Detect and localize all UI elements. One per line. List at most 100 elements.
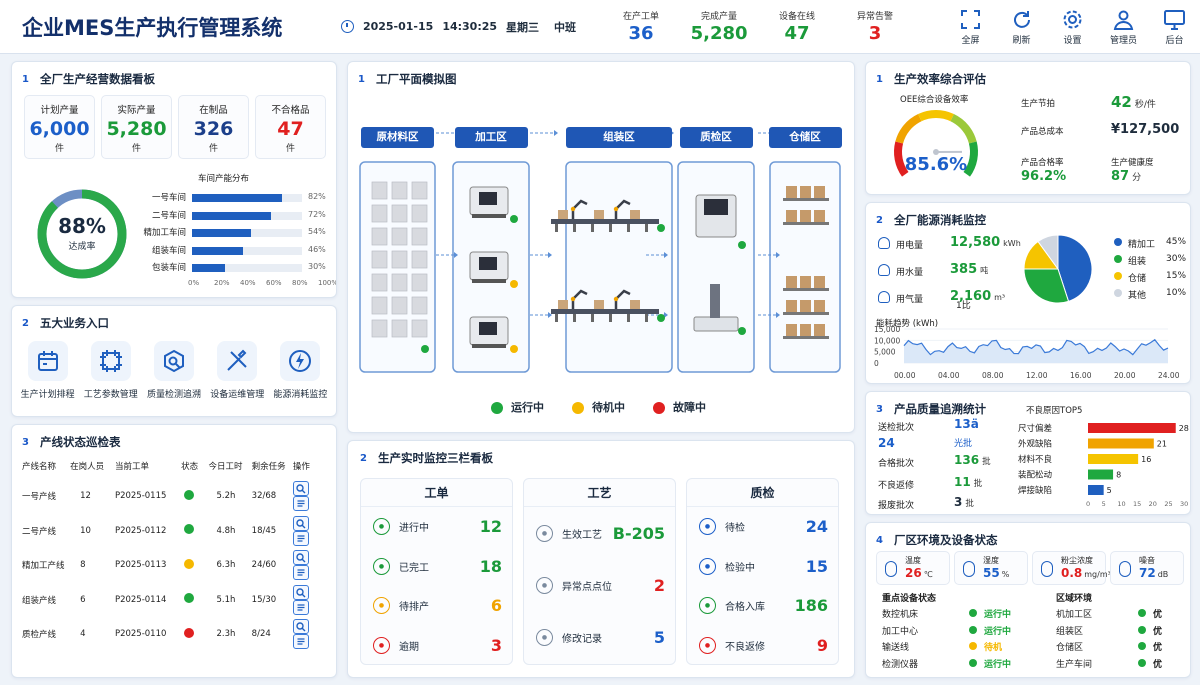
env-card-reading: 55% xyxy=(983,566,1009,580)
monitor-column: 工单 ● 进行中 12 ● 已完工 18 ● 待排产 6 ● 逾期 3 xyxy=(360,478,513,665)
zone-label[interactable]: 质检区 xyxy=(679,127,753,148)
monitor-row[interactable]: ● 异常点点位 2 xyxy=(524,559,675,611)
header-stat-label: 异常告警 xyxy=(857,12,894,22)
bar-category: 包装车间 xyxy=(151,263,186,273)
line-staff: 4 xyxy=(80,629,86,640)
area-status-dot xyxy=(1138,642,1146,650)
ring-value: 88% xyxy=(58,214,106,238)
list-icon xyxy=(297,569,305,576)
efficiency-panel: 1 生产效率综合评估 OEE综合设备效率 85.6% 生产节拍 42 秒/件 产品总成本… xyxy=(865,61,1191,195)
pie-legend-value: 45% xyxy=(1166,237,1187,247)
rack-shelf xyxy=(783,198,829,201)
calendar-icon xyxy=(37,351,58,371)
bar-tick: 0% xyxy=(188,279,200,287)
search-button[interactable] xyxy=(292,550,309,566)
panel-title: 五大业务入口 xyxy=(40,316,109,330)
header-action-gear[interactable]: 设置 xyxy=(1047,8,1098,46)
kpi-value: 6,000 xyxy=(29,118,90,140)
entry-calendar[interactable]: 生产计划排程 xyxy=(16,341,79,400)
monitor-row[interactable]: ● 修改记录 5 xyxy=(524,611,675,663)
monitor-column: 工艺 ● 生效工艺 B-205 ● 异常点点位 2 ● 修改记录 5 xyxy=(523,478,676,665)
bar-tick: 60% xyxy=(266,279,282,287)
cnc-base xyxy=(472,214,506,218)
search-icon xyxy=(296,484,306,494)
zone-label[interactable]: 仓储区 xyxy=(768,127,842,148)
raw-material-pallet xyxy=(391,273,408,292)
monitor-row-value: 24 xyxy=(805,517,828,537)
entry-process[interactable]: 工艺参数管理 xyxy=(79,341,142,400)
overdue-icon: ● xyxy=(373,636,390,654)
efficiency-metric-label: 生产健康度 xyxy=(1111,158,1154,168)
monitor-row[interactable]: ● 合格入库 186 xyxy=(687,586,838,626)
record-icon: ● xyxy=(536,628,553,646)
panel-title: 产线状态巡检表 xyxy=(40,435,121,449)
monitor-row[interactable]: ● 待检 24 xyxy=(687,507,838,547)
monitor-row[interactable]: ● 逾期 3 xyxy=(361,626,512,666)
detail-button[interactable] xyxy=(292,634,309,650)
zone-label[interactable]: 组装区 xyxy=(566,127,672,148)
entry-energy[interactable]: 能源消耗监控 xyxy=(269,341,332,400)
line-staff: 8 xyxy=(80,560,86,571)
quality-stat-value: 3 xyxy=(954,495,963,509)
product-box xyxy=(630,210,640,219)
header-action-monitor[interactable]: 后台 xyxy=(1149,8,1200,46)
rack-shelf xyxy=(783,288,829,291)
monitor-column-title: 工单 xyxy=(361,479,512,507)
top-header: 企业MES生产执行管理系统 2025-01-15 14:30:25 星期三 中班… xyxy=(0,0,1200,54)
defect-bar xyxy=(1088,423,1176,433)
env-card-label: 噪音 xyxy=(1139,556,1155,565)
entry-tools[interactable]: 设备运维管理 xyxy=(206,341,269,400)
defect-chart: 尺寸偏差 28 外观缺陷 21 材料不良 16 装配松动 8 焊接缺陷 5 0 5 10 15 20 25 30 xyxy=(1018,423,1189,508)
zone-label[interactable]: 加工区 xyxy=(454,127,528,148)
monitor-row[interactable]: ● 进行中 12 xyxy=(361,507,512,547)
defect-tick: 15 xyxy=(1133,500,1141,508)
entry-inspect[interactable]: 质量检测追溯 xyxy=(142,341,205,400)
dust-icon xyxy=(1041,561,1053,577)
conveyor-leg xyxy=(573,224,576,232)
area-status: 优 xyxy=(1153,626,1163,637)
table-header: 状态 xyxy=(181,462,199,472)
table-header: 今日工时 xyxy=(208,462,243,472)
entry-label: 设备运维管理 xyxy=(210,390,265,400)
monitor-row[interactable]: ● 检验中 15 xyxy=(687,547,838,587)
line-name: 质检产线 xyxy=(22,630,57,641)
entry-label: 生产计划排程 xyxy=(20,390,75,400)
monitor-row[interactable]: ● 不良返修 9 xyxy=(687,626,838,666)
quality-stat: 136 批 xyxy=(954,453,991,467)
monitor-row-value: 15 xyxy=(805,556,828,576)
pie-legend-dot xyxy=(1114,238,1122,246)
app-title: 企业MES生产执行管理系统 xyxy=(22,15,283,40)
bar-value: 30% xyxy=(308,262,326,271)
zone-label[interactable]: 原材料区 xyxy=(361,127,434,148)
defect-tick: 30 xyxy=(1180,500,1188,508)
warehouse-box xyxy=(786,324,797,336)
search-button[interactable] xyxy=(292,481,309,497)
panel-number: 2 xyxy=(876,214,883,226)
search-button[interactable] xyxy=(292,619,309,635)
trend-ytick: 10,000 xyxy=(874,336,900,345)
monitor-row[interactable]: ● 生效工艺 B-205 xyxy=(524,507,675,559)
monitor-row[interactable]: ● 已完工 18 xyxy=(361,547,512,587)
detail-button[interactable] xyxy=(292,565,309,581)
header-action-refresh[interactable]: 刷新 xyxy=(996,8,1047,46)
trend-xtick: 16.00 xyxy=(1070,371,1092,380)
raw-material-pallet xyxy=(371,250,388,269)
env-card-label: 粉尘浓度 xyxy=(1061,556,1093,565)
detail-button[interactable] xyxy=(292,599,309,615)
detail-button[interactable] xyxy=(292,530,309,546)
line-name: 二号产线 xyxy=(22,526,57,537)
header-action-fullscreen[interactable]: 全屏 xyxy=(945,8,996,46)
header-action-user[interactable]: 管理员 xyxy=(1098,8,1149,46)
factory-legend: 运行中 待机中 故障中 xyxy=(491,399,706,415)
pie-legend-name: 组装 xyxy=(1128,257,1147,267)
equip-name: 检测仪器 xyxy=(882,659,919,670)
product-box xyxy=(558,300,568,309)
electricity-icon xyxy=(878,237,890,249)
search-button[interactable] xyxy=(292,584,309,600)
monitor-row[interactable]: ● 待排产 6 xyxy=(361,586,512,626)
lines-panel: 3 产线状态巡检表 产线名称 在岗人员 当前工单 状态 今日工时 剩余任务 操作 一号产线 12… xyxy=(11,424,337,678)
warehouse-box xyxy=(800,324,811,336)
search-button[interactable] xyxy=(292,515,309,531)
detail-button[interactable] xyxy=(292,496,309,512)
warehouse-box xyxy=(786,276,797,288)
